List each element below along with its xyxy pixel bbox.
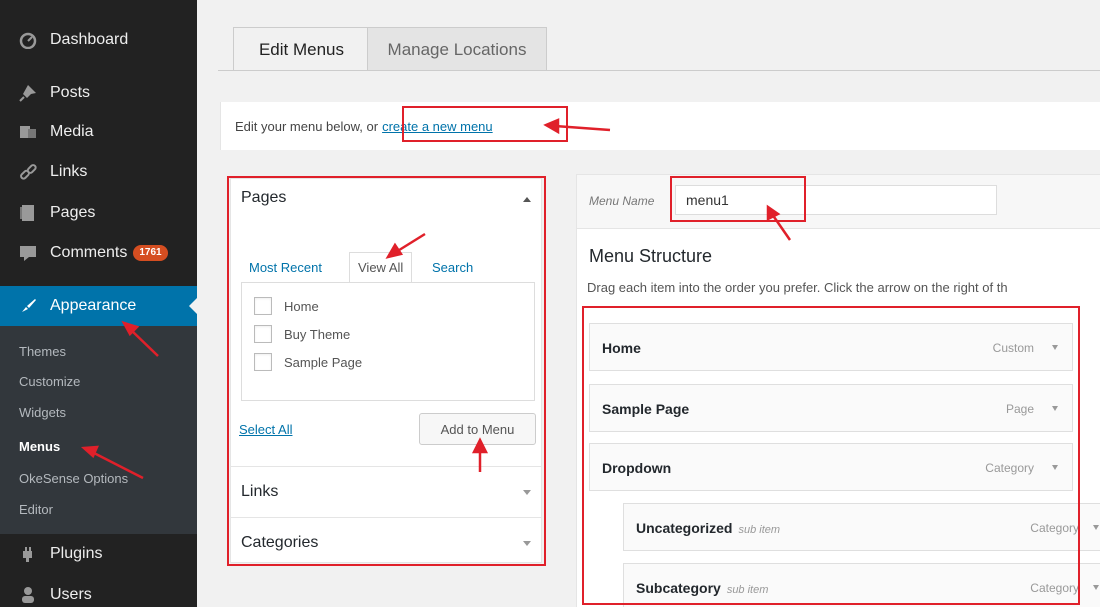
sidebar-item-media[interactable]: Media [0,112,197,152]
expand-arrow-icon[interactable] [523,490,531,495]
checkbox[interactable] [254,353,272,371]
checkbox[interactable] [254,297,272,315]
pages-checklist: Home Buy Theme Sample Page [241,282,535,401]
sidebar-item-label: Appearance [50,297,137,314]
submenu-item-editor[interactable]: Editor [19,502,53,517]
submenu-item-themes[interactable]: Themes [19,344,66,359]
dashboard-icon [18,31,38,49]
sidebar-item-links[interactable]: Links [0,152,197,192]
menu-item[interactable]: Dropdown Category [589,443,1073,491]
edit-menu-notice: Edit your menu below, or create a new me… [220,102,1100,150]
section-divider [231,466,541,467]
page-icon [18,204,38,222]
media-icon [18,123,38,141]
sidebar-item-label: Comments [50,244,128,261]
tab-manage-locations[interactable]: Manage Locations [367,27,547,71]
menu-item-type: Category [1030,581,1079,595]
sidebar-item-plugins[interactable]: Plugins [0,534,197,574]
users-icon [18,586,38,604]
menu-sub-item[interactable]: Uncategorized sub item Category [623,503,1100,551]
sidebar-item-label: Pages [50,204,96,221]
pushpin-icon [18,84,38,102]
section-divider [231,517,541,518]
page-checkbox-row[interactable]: Home [254,297,319,315]
page-checkbox-row[interactable]: Buy Theme [254,325,350,343]
submenu-item-okesense-options[interactable]: OkeSense Options [19,471,128,486]
menu-item-label: Dropdown [602,460,672,476]
current-item-caret [189,298,197,314]
add-to-menu-button[interactable]: Add to Menu [419,413,536,445]
menu-item-type: Custom [992,341,1034,355]
admin-sidebar: Dashboard Posts Media Links Pages Commen… [0,0,197,607]
pages-section-title[interactable]: Pages [241,189,286,207]
menu-structure-description: Drag each item into the order you prefer… [587,280,1008,295]
sidebar-item-dashboard[interactable]: Dashboard [0,20,197,60]
comment-count-badge: 1761 [133,245,168,261]
expand-arrow-icon[interactable] [523,541,531,546]
page-label: Sample Page [284,354,363,370]
menu-name-bar: Menu Name menu1 [576,174,1100,229]
tab-edit-menus[interactable]: Edit Menus [233,27,370,71]
menu-item-title: Uncategorized [636,520,733,536]
sidebar-item-label: Users [50,586,92,603]
submenu-item-customize[interactable]: Customize [19,374,80,389]
submenu-item-menus[interactable]: Menus [19,439,60,454]
menu-item[interactable]: Sample Page Page [589,384,1073,432]
page-label: Home [284,298,319,314]
sub-item-tag: sub item [726,584,769,596]
menu-item-type: Category [985,461,1034,475]
menu-item-toggle-arrow-icon[interactable] [1052,465,1058,470]
tab-view-all[interactable]: View All [349,252,413,282]
tab-most-recent[interactable]: Most Recent [249,260,322,275]
menu-item-type: Category [1030,521,1079,535]
menu-item-type: Page [1005,402,1034,416]
menu-name-label: Menu Name [589,194,655,208]
menu-item[interactable]: Home Custom [589,323,1073,371]
comment-icon [18,244,38,262]
sidebar-item-label: Plugins [50,545,103,562]
pages-accordion-panel: Pages Most Recent View All Search Home B… [230,178,542,563]
menu-name-input[interactable]: menu1 [675,185,997,215]
links-section-title[interactable]: Links [241,483,278,501]
submenu-item-widgets[interactable]: Widgets [19,405,66,420]
page-label: Buy Theme [284,326,351,342]
menu-sub-item[interactable]: Subcategory sub item Category [623,563,1100,607]
menu-item-title: Subcategory [636,580,721,596]
menu-item-label: Subcategory sub item [636,580,768,596]
categories-section-title[interactable]: Categories [241,534,318,552]
menu-item-toggle-arrow-icon[interactable] [1052,345,1058,350]
sidebar-item-label: Media [50,123,94,140]
tab-search[interactable]: Search [432,260,473,275]
menu-item-toggle-arrow-icon[interactable] [1093,525,1099,530]
collapse-arrow-icon[interactable] [523,197,531,202]
sidebar-item-posts[interactable]: Posts [0,73,197,113]
menu-structure-title: Menu Structure [589,246,713,266]
notice-text: Edit your menu below, or [235,118,379,134]
menu-item-toggle-arrow-icon[interactable] [1052,406,1058,411]
sidebar-item-appearance[interactable]: Appearance [0,286,197,326]
sidebar-item-label: Links [50,163,88,180]
select-all-link[interactable]: Select All [239,422,292,437]
sidebar-item-label: Posts [50,84,91,101]
sub-item-tag: sub item [738,524,781,536]
menu-item-label: Sample Page [602,401,690,417]
link-icon [18,163,38,181]
menu-item-label: Home [602,340,641,356]
page-checkbox-row[interactable]: Sample Page [254,353,362,371]
sidebar-item-label: Dashboard [50,31,129,48]
appearance-submenu: Themes Customize Widgets Menus OkeSense … [0,326,197,534]
menu-item-label: Uncategorized sub item [636,520,780,536]
plugin-icon [18,545,38,563]
sidebar-item-pages[interactable]: Pages [0,193,197,233]
sidebar-item-users[interactable]: Users [0,575,197,607]
sidebar-item-comments[interactable]: Comments 1761 [0,233,197,273]
checkbox[interactable] [254,325,272,343]
create-new-menu-link[interactable]: create a new menu [382,119,493,134]
paintbrush-icon [18,297,38,315]
menu-structure-panel: Menu Structure Drag each item into the o… [576,229,1100,607]
menu-item-toggle-arrow-icon[interactable] [1093,585,1099,590]
tab-divider [218,70,1100,71]
